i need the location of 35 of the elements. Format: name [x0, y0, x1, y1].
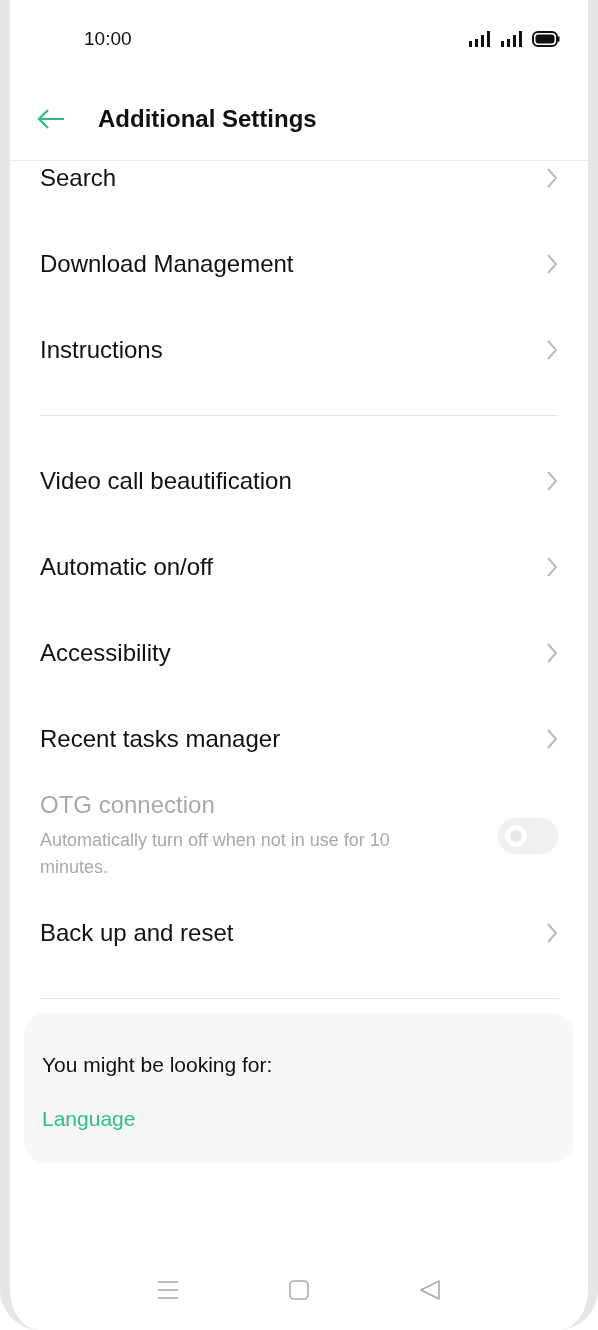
row-label: OTG connection: [40, 791, 216, 819]
row-label: Search: [40, 164, 117, 192]
row-label: Instructions: [40, 336, 163, 364]
page-title: Additional Settings: [98, 105, 317, 133]
settings-row[interactable]: Download Management: [40, 221, 558, 307]
chevron-right-icon: [546, 339, 558, 361]
back-icon[interactable]: [419, 1279, 441, 1301]
chevron-right-icon: [546, 556, 558, 578]
settings-row[interactable]: Back up and reset: [40, 890, 558, 976]
row-description: Automatically turn off when not in use for 10 minutes.: [40, 829, 391, 879]
settings-row[interactable]: Search: [40, 161, 558, 221]
home-icon[interactable]: [289, 1280, 309, 1300]
settings-row[interactable]: Instructions: [40, 307, 558, 393]
status-time: 10:00: [84, 28, 132, 50]
row-label: Back up and reset: [40, 919, 234, 947]
chevron-right-icon: [546, 922, 558, 944]
row-label: Video call beautification: [40, 467, 292, 495]
row-label: Download Management: [40, 250, 294, 278]
settings-row[interactable]: Video call beautification: [40, 438, 558, 524]
menu-icon[interactable]: [157, 1280, 179, 1300]
suggestion-heading: You might be looking for:: [42, 1053, 274, 1077]
chevron-right-icon: [546, 728, 558, 750]
chevron-right-icon: [546, 253, 558, 275]
chevron-right-icon: [546, 167, 558, 189]
signal-icon: [500, 31, 524, 47]
chevron-right-icon: [546, 470, 558, 492]
row-label: Automatic on/off: [40, 553, 213, 581]
settings-row[interactable]: Automatic on/off: [40, 524, 558, 610]
signal-icon: [468, 31, 492, 47]
settings-row[interactable]: Recent tasks manager: [40, 696, 558, 782]
battery-icon: [532, 31, 560, 47]
row-label: Accessibility: [40, 639, 171, 667]
settings-row[interactable]: Accessibility: [40, 610, 558, 696]
chevron-right-icon: [546, 642, 558, 664]
row-label: Recent tasks manager: [40, 725, 281, 753]
